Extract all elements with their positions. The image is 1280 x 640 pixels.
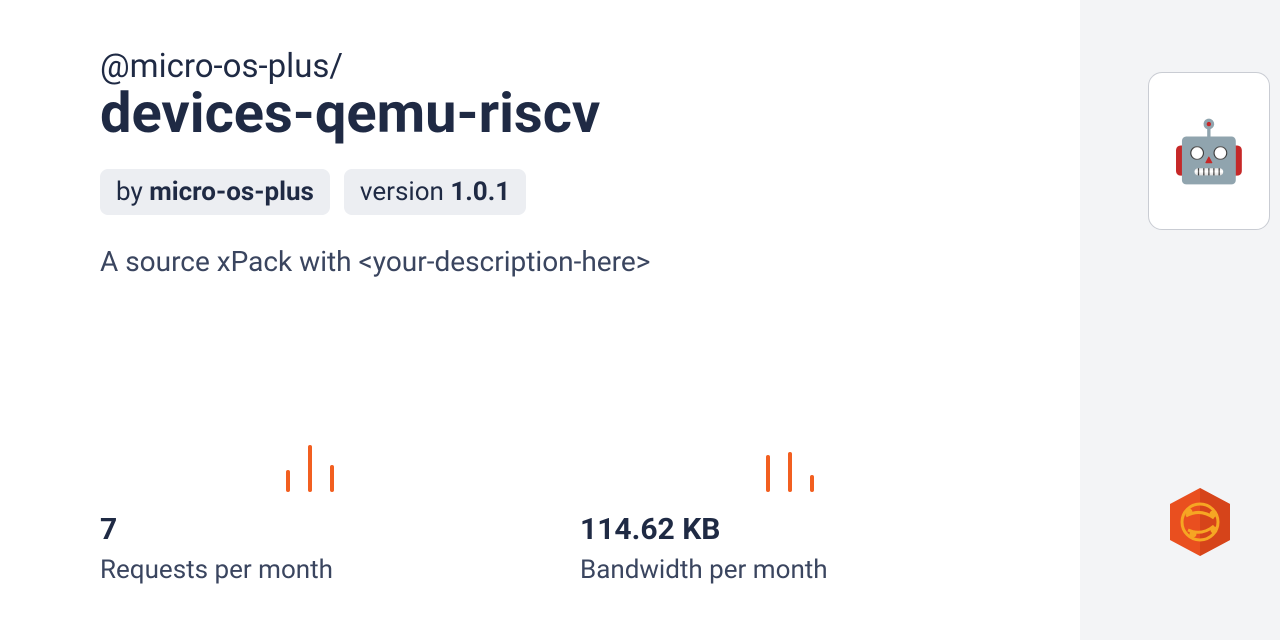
sparkline-bandwidth [580, 437, 860, 492]
spark-bar [766, 455, 770, 493]
stats-row: 7 Requests per month 114.62 KB Bandwidth… [100, 437, 860, 585]
spark-bar [286, 470, 290, 493]
version-badge: version 1.0.1 [344, 169, 526, 215]
version-badge-value: 1.0.1 [450, 177, 510, 207]
author-badge: by micro-os-plus [100, 169, 330, 215]
badges-row: by micro-os-plus version 1.0.1 [100, 169, 980, 215]
robot-icon: 🤖 [1172, 116, 1247, 187]
stat-requests-label: Requests per month [100, 555, 380, 585]
stat-requests-value: 7 [100, 512, 380, 547]
package-description: A source xPack with <your-description-he… [100, 245, 980, 278]
package-avatar: 🤖 [1148, 72, 1270, 230]
author-badge-value: micro-os-plus [149, 177, 314, 207]
stat-requests: 7 Requests per month [100, 437, 380, 585]
author-badge-label: by [116, 177, 149, 207]
version-badge-label: version [360, 177, 450, 207]
jsdelivr-logo-icon [1168, 486, 1232, 562]
package-name: devices-qemu-riscv [100, 83, 980, 145]
stat-bandwidth-label: Bandwidth per month [580, 555, 860, 585]
stat-bandwidth: 114.62 KB Bandwidth per month [580, 437, 860, 585]
spark-bar [330, 465, 334, 493]
card-container: @micro-os-plus/ devices-qemu-riscv by mi… [0, 0, 1080, 640]
spark-bar [308, 445, 312, 493]
sparkline-requests [100, 437, 380, 492]
package-scope: @micro-os-plus/ [100, 50, 980, 83]
stat-bandwidth-value: 114.62 KB [580, 512, 860, 547]
spark-bar [810, 475, 814, 493]
spark-bar [788, 452, 792, 492]
